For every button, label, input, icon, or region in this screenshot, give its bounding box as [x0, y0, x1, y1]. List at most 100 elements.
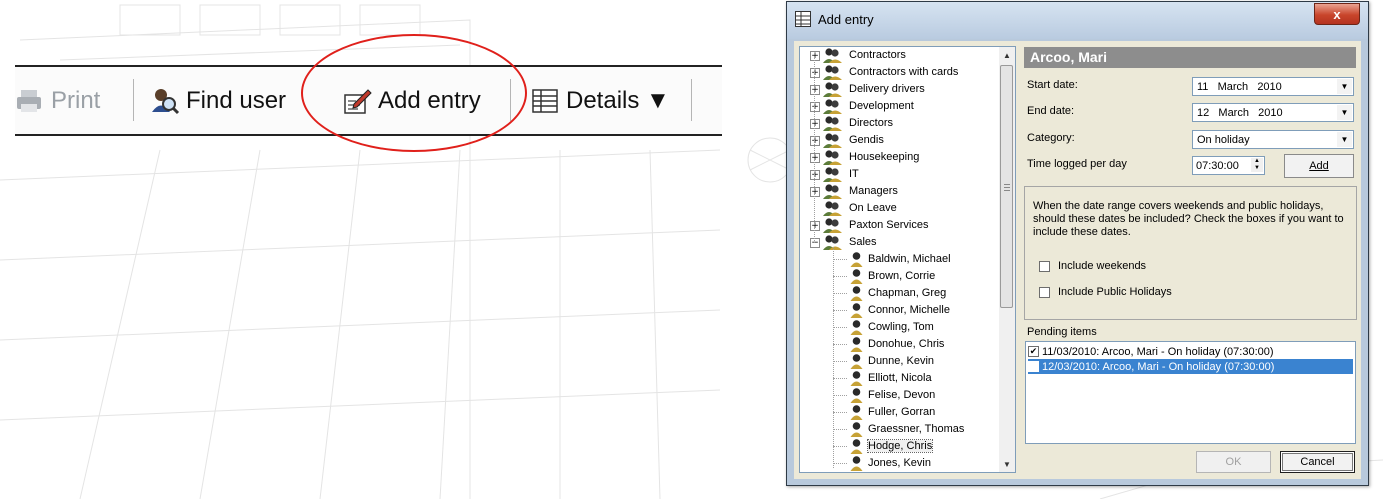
time-logged-spinner[interactable]: 07:30:00 ▲ ▼ — [1192, 156, 1265, 175]
tree-user-row[interactable]: Jones, Kevin — [800, 455, 999, 472]
tree-user-label: Dunne, Kevin — [868, 355, 935, 367]
category-label: Category: — [1027, 132, 1075, 144]
tree-group-row[interactable]: + Contractors with cards — [800, 64, 999, 81]
start-date-label: Start date: — [1027, 79, 1078, 91]
tree-group-label: IT — [849, 168, 859, 180]
spinner-buttons[interactable]: ▲ ▼ — [1251, 158, 1263, 173]
include-holidays-row[interactable]: Include Public Holidays — [1039, 286, 1172, 298]
spin-down-icon[interactable]: ▼ — [1251, 165, 1263, 172]
thumb-grip — [1004, 184, 1010, 185]
print-label: Print — [51, 87, 101, 114]
tree-user-row[interactable]: Graessner, Thomas — [800, 421, 999, 438]
chevron-down-icon[interactable]: ▼ — [1337, 132, 1352, 147]
tree-group-row[interactable]: + Managers — [800, 183, 999, 200]
pending-items-list[interactable]: ✔ 11/03/2010: Arcoo, Mari - On holiday (0… — [1025, 341, 1356, 444]
add-button[interactable]: Add — [1284, 154, 1354, 178]
tree-user-row[interactable]: Elliott, Nicola — [800, 370, 999, 387]
category-select[interactable]: On holiday ▼ — [1192, 130, 1354, 149]
tree-user-row[interactable]: Cowling, Tom — [800, 319, 999, 336]
tree-user-row[interactable]: Fuller, Gorran — [800, 404, 999, 421]
tree-expander[interactable]: + — [810, 187, 820, 197]
tree-connector — [814, 56, 815, 243]
tree-group-row[interactable]: + Contractors — [800, 47, 999, 64]
tree-expander[interactable]: + — [810, 221, 820, 231]
tree-expander[interactable]: + — [810, 119, 820, 129]
chevron-down-icon[interactable]: ▼ — [1337, 79, 1352, 94]
pending-item[interactable]: ✔ 11/03/2010: Arcoo, Mari - On holiday (0… — [1028, 344, 1353, 359]
toolbar-separator — [133, 79, 134, 121]
tree-connector — [833, 259, 847, 260]
tree-group-row[interactable]: + Gendis — [800, 132, 999, 149]
ok-button[interactable]: OK — [1196, 451, 1271, 473]
pending-items-label: Pending items — [1027, 326, 1097, 338]
tree-user-row[interactable]: Connor, Michelle — [800, 302, 999, 319]
tree-group-label: Paxton Services — [849, 219, 929, 231]
tree-scrollbar[interactable]: ▲ ▼ — [999, 47, 1015, 472]
tree-expander[interactable]: + — [810, 136, 820, 146]
tree-expander[interactable]: + — [810, 68, 820, 78]
tree-user-label: Baldwin, Michael — [868, 253, 951, 265]
tree-user-label: Hodge, Chris — [866, 439, 934, 453]
user-icon — [850, 388, 863, 403]
tree-user-label: Donohue, Chris — [868, 338, 945, 350]
include-weekends-checkbox[interactable] — [1039, 260, 1050, 272]
thumb-grip — [1004, 187, 1010, 188]
pending-item-checkbox[interactable]: ✔ — [1028, 346, 1039, 357]
group-tree[interactable]: + Contractors + Contractors with cards + Deli… — [799, 46, 1016, 473]
tree-group-label: Development — [849, 100, 914, 112]
tree-group-row[interactable]: + IT — [800, 166, 999, 183]
tree-user-row[interactable]: Chapman, Greg — [800, 285, 999, 302]
print-button[interactable]: Print — [15, 81, 100, 121]
spin-up-icon[interactable]: ▲ — [1251, 158, 1263, 165]
scroll-down-icon[interactable]: ▼ — [999, 456, 1015, 472]
tree-user-row[interactable]: Donohue, Chris — [800, 336, 999, 353]
pending-item-text: 11/03/2010: Arcoo, Mari - On holiday (07… — [1042, 345, 1274, 358]
tree-group-label: Directors — [849, 117, 894, 129]
include-holidays-checkbox[interactable] — [1039, 286, 1050, 298]
user-icon — [850, 439, 863, 454]
tree-expander[interactable]: + — [810, 51, 820, 61]
tree-expander[interactable]: + — [810, 102, 820, 112]
scroll-thumb[interactable] — [1000, 65, 1013, 308]
dialog-titlebar[interactable]: Add entry x — [787, 2, 1368, 39]
user-icon — [850, 405, 863, 420]
tree-group-row[interactable]: + Delivery drivers — [800, 81, 999, 98]
user-icon — [850, 456, 863, 471]
pending-item[interactable]: ✔ 12/03/2010: Arcoo, Mari - On holiday (0… — [1028, 359, 1353, 374]
tree-user-row[interactable]: Baldwin, Michael — [800, 251, 999, 268]
close-button[interactable]: x — [1314, 3, 1360, 25]
tree-expander[interactable]: + — [810, 85, 820, 95]
tree-user-row[interactable]: Dunne, Kevin — [800, 353, 999, 370]
include-weekends-row[interactable]: Include weekends — [1039, 260, 1146, 272]
selected-user-name: Arcoo, Mari — [1024, 47, 1356, 68]
tree-user-row[interactable]: Hodge, Chris — [800, 438, 999, 455]
cancel-button[interactable]: Cancel — [1280, 451, 1355, 473]
add-entry-dialog: Add entry x + Contractors + Contractors wit… — [786, 1, 1369, 486]
details-dropdown-button[interactable]: Details ▼ — [530, 81, 670, 121]
tree-group-row[interactable]: On Leave — [800, 200, 999, 217]
tree-group-row[interactable]: + Paxton Services — [800, 217, 999, 234]
tree-group-row[interactable]: + Directors — [800, 115, 999, 132]
tree-group-label: Gendis — [849, 134, 884, 146]
start-date-value: 11 March 2010 — [1197, 81, 1282, 93]
tree-user-row[interactable]: Felise, Devon — [800, 387, 999, 404]
end-date-picker[interactable]: 12 March 2010 ▼ — [1192, 103, 1354, 122]
chevron-down-icon[interactable]: ▼ — [1337, 105, 1352, 120]
tree-group-row[interactable]: + Housekeeping — [800, 149, 999, 166]
user-group-icon — [823, 82, 842, 97]
user-group-icon — [823, 218, 842, 233]
tree-user-row[interactable]: Brown, Corrie — [800, 268, 999, 285]
tree-group-row[interactable]: − Sales — [800, 234, 999, 251]
tree-group-row[interactable]: + Development — [800, 98, 999, 115]
user-group-icon — [823, 99, 842, 114]
tree-expander[interactable]: + — [810, 170, 820, 180]
dialog-body: + Contractors + Contractors with cards + Deli… — [794, 41, 1361, 479]
end-date-label: End date: — [1027, 105, 1075, 117]
tree-expander[interactable]: − — [810, 238, 820, 248]
scroll-up-icon[interactable]: ▲ — [999, 47, 1015, 63]
user-group-icon — [823, 116, 842, 131]
tree-expander[interactable]: + — [810, 153, 820, 163]
find-user-button[interactable]: Find user — [150, 81, 286, 121]
start-date-picker[interactable]: 11 March 2010 ▼ — [1192, 77, 1354, 96]
pending-item-checkbox[interactable]: ✔ — [1028, 361, 1039, 372]
